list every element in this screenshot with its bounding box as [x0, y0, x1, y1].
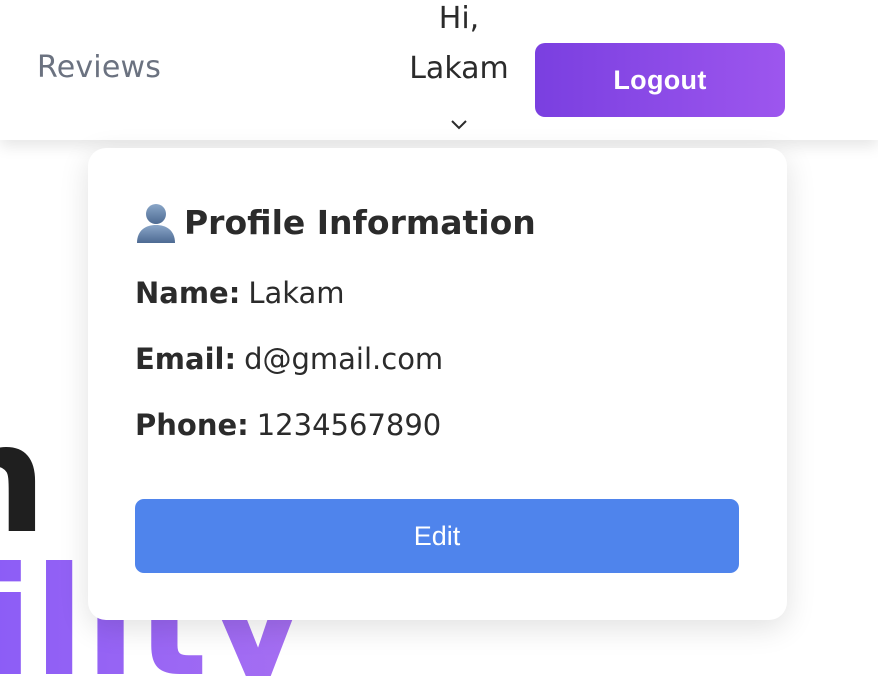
chevron-down-icon[interactable]: [449, 118, 469, 132]
nav-link-reviews[interactable]: Reviews: [37, 50, 161, 85]
email-label: Email:: [135, 342, 237, 376]
phone-label: Phone:: [135, 408, 249, 442]
profile-dropdown-card: Profile Information Name: Lakam Email: d@g…: [88, 148, 787, 620]
hero-heading-fragment: n: [0, 405, 47, 555]
edit-profile-button[interactable]: Edit: [135, 499, 739, 573]
profile-title-text: Profile Information: [184, 202, 536, 242]
profile-title: Profile Information: [134, 200, 536, 244]
name-label: Name:: [135, 276, 241, 310]
person-silhouette-icon: [137, 204, 175, 243]
profile-name-row: Name: Lakam: [135, 276, 345, 310]
phone-value: 1234567890: [256, 408, 442, 442]
page: n ility Reviews Hi, Lakam Logout: [0, 0, 878, 676]
greeting-username: Lakam: [409, 51, 509, 86]
profile-phone-row: Phone: 1234567890: [135, 408, 441, 442]
greeting-text: Hi,: [438, 1, 480, 36]
name-value: Lakam: [248, 276, 345, 310]
logout-button[interactable]: Logout: [535, 43, 785, 117]
top-navbar: Reviews Hi, Lakam Logout: [0, 0, 878, 140]
profile-email-row: Email: d@gmail.com: [135, 342, 443, 376]
email-value: d@gmail.com: [244, 342, 444, 376]
